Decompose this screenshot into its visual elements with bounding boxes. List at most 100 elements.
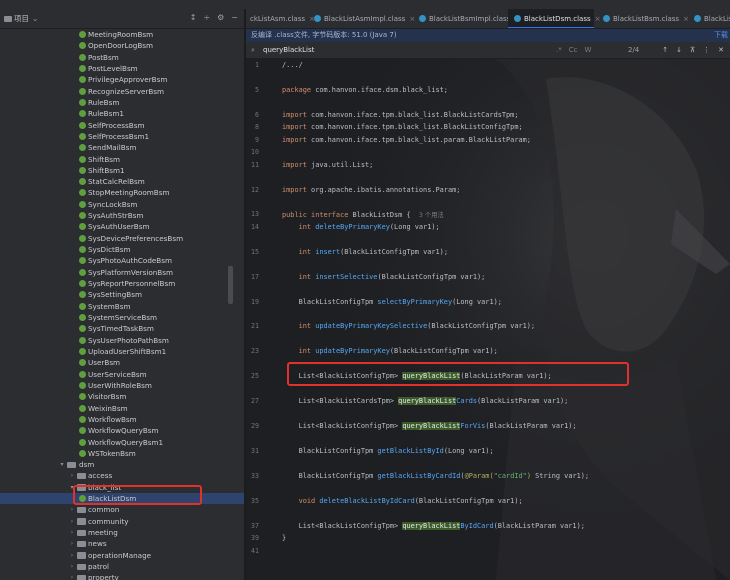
code-token: (BlackListParam var1); — [485, 422, 577, 431]
tree-item[interactable]: UploadUserShiftBsm1 — [0, 346, 244, 357]
tree-item[interactable]: VisitorBsm — [0, 391, 244, 402]
tree-item[interactable]: WSTokenBsm — [0, 448, 244, 459]
project-panel-title[interactable]: 项目 — [14, 13, 29, 24]
close-icon[interactable]: ✕ — [718, 42, 724, 59]
tree-item[interactable]: SysUserPhotoPathBsm — [0, 335, 244, 346]
tree-item-label: ShiftBsm1 — [88, 165, 125, 175]
gear-icon[interactable]: ⚙ — [217, 13, 224, 22]
tree-item[interactable]: WorkflowQueryBsm — [0, 425, 244, 436]
filter-icon[interactable]: ⊼ — [690, 42, 695, 59]
tree-folder[interactable]: › property — [0, 572, 244, 580]
tree-item[interactable]: SyncLockBsm — [0, 199, 244, 210]
code-token: (BlackListConfigTpm var1); — [377, 272, 486, 281]
more-options-icon[interactable]: ⋮ — [703, 42, 710, 59]
previous-match-icon[interactable]: ↑ — [662, 42, 668, 59]
tree-folder[interactable]: › community — [0, 516, 244, 527]
code-line: int insertSelective(BlackListConfigTpm v… — [282, 272, 486, 281]
tree-scrollbar[interactable] — [228, 266, 233, 304]
chevron-right-icon[interactable]: › — [68, 504, 76, 515]
tree-folder[interactable]: › operationManage — [0, 550, 244, 561]
tree-item[interactable]: StatCalcRelBsm — [0, 176, 244, 187]
tree-item[interactable]: MeetingRoomBsm — [0, 29, 244, 40]
search-icon[interactable]: ⌕ — [251, 42, 255, 59]
tree-item[interactable]: SysSettingBsm — [0, 289, 244, 300]
tree-item[interactable]: SysAuthStrBsm — [0, 210, 244, 221]
tree-item[interactable]: PrivilegeApproverBsm — [0, 74, 244, 85]
collapse-all-icon[interactable]: ÷ — [203, 13, 210, 22]
code-highlight-box — [287, 362, 629, 386]
download-sources-link[interactable]: 下载 — [714, 29, 728, 42]
tree-item-label: RuleBsm1 — [88, 109, 124, 119]
tree-folder[interactable]: › access — [0, 470, 244, 481]
chevron-right-icon[interactable]: › — [68, 527, 76, 538]
tree-item[interactable]: SysReportPersonnelBsm — [0, 278, 244, 289]
chevron-right-icon[interactable]: › — [68, 470, 76, 481]
code-line: import java.util.List; — [282, 161, 373, 169]
chevron-right-icon[interactable]: › — [68, 561, 76, 572]
editor-tab[interactable]: BlackListDsm.class × — [508, 9, 601, 28]
tree-folder[interactable]: ▾ dsm — [0, 459, 244, 470]
next-match-icon[interactable]: ↓ — [676, 42, 682, 59]
tree-item[interactable]: ShiftBsm — [0, 154, 244, 165]
tree-item[interactable]: SysPlatformVersionBsm — [0, 267, 244, 278]
tree-item-label: RuleBsm — [88, 97, 120, 107]
tree-item[interactable]: SysTimedTaskBsm — [0, 323, 244, 334]
class-icon — [79, 302, 86, 310]
tree-folder[interactable]: › common — [0, 504, 244, 515]
tree-item[interactable]: RecognizeServerBsm — [0, 86, 244, 97]
code-token: int — [282, 272, 316, 281]
code-line: int deleteByPrimaryKey(Long var1); — [282, 223, 440, 231]
editor-tab[interactable]: ckListAsm.class × — [246, 9, 315, 28]
tree-item[interactable]: PostLevelBsm — [0, 63, 244, 74]
tree-item[interactable]: OpenDoorLogBsm — [0, 40, 244, 51]
tree-folder[interactable]: › patrol — [0, 561, 244, 572]
tree-item[interactable]: SystemBsm — [0, 301, 244, 312]
editor-tab[interactable]: BlackListDs — [688, 9, 730, 28]
tab-label: ckListAsm.class — [250, 15, 305, 23]
expand-all-icon[interactable]: ↕ — [190, 13, 197, 22]
chevron-down-icon[interactable]: ⌄ — [32, 14, 38, 23]
tree-item[interactable]: StopMeetingRoomBsm — [0, 187, 244, 198]
tree-item[interactable]: SelfProcessBsm1 — [0, 131, 244, 142]
find-option-regex[interactable]: .* — [556, 42, 562, 59]
tree-item[interactable]: SelfProcessBsm — [0, 120, 244, 131]
tree-item-label: UserWithRoleBsm — [88, 380, 152, 390]
tree-item-label: meeting — [88, 528, 118, 538]
code-editor[interactable]: 1 5 6 8 9 10 11 12 13 14 15 17 19 21 23 25 27 29 31 33 35 37 3… — [246, 59, 730, 580]
search-input[interactable]: queryBlackList — [263, 42, 314, 59]
chevron-right-icon[interactable]: › — [68, 550, 76, 561]
editor-tab[interactable]: BlackListBsmImpl.class× — [413, 9, 520, 28]
tree-item[interactable]: SystemServiceBsm — [0, 312, 244, 323]
tree-item[interactable]: ShiftBsm1 — [0, 165, 244, 176]
minimize-icon[interactable]: − — [231, 13, 238, 22]
code-token: @Param( — [464, 471, 494, 480]
tree-item[interactable]: UserBsm — [0, 357, 244, 368]
tree-item[interactable]: PostBsm — [0, 52, 244, 63]
tree-item[interactable]: SysDictBsm — [0, 244, 244, 255]
editor-tab[interactable]: BlackListBsm.class × — [597, 9, 689, 28]
tree-item[interactable]: SendMailBsm — [0, 142, 244, 153]
tree-item[interactable]: UserWithRoleBsm — [0, 380, 244, 391]
editor-tab[interactable]: BlackListAsmImpl.class × — [308, 9, 415, 28]
find-option-word[interactable]: W — [584, 42, 591, 59]
tab-label: BlackListDsm.class — [524, 15, 591, 23]
tree-item[interactable]: WeixinBsm — [0, 403, 244, 414]
tree-folder[interactable]: › meeting — [0, 527, 244, 538]
chevron-right-icon[interactable]: › — [68, 516, 76, 527]
tree-item[interactable]: RuleBsm1 — [0, 108, 244, 119]
chevron-down-icon[interactable]: ▾ — [58, 459, 66, 470]
find-option-case[interactable]: Cc — [569, 42, 578, 59]
tree-item[interactable]: WorkflowQueryBsm1 — [0, 437, 244, 448]
tree-item[interactable]: WorkflowBsm — [0, 414, 244, 425]
tree-item[interactable]: SysDevicePreferencesBsm — [0, 233, 244, 244]
class-icon — [79, 42, 86, 50]
class-icon — [79, 336, 86, 344]
tree-folder[interactable]: › news — [0, 538, 244, 549]
tree-item[interactable]: SysPhotoAuthCodeBsm — [0, 255, 244, 266]
tree-item[interactable]: RuleBsm — [0, 97, 244, 108]
tree-item[interactable]: SysAuthUserBsm — [0, 221, 244, 232]
chevron-right-icon[interactable]: › — [68, 572, 76, 580]
chevron-right-icon[interactable]: › — [68, 538, 76, 549]
tree-item[interactable]: UserServiceBsm — [0, 369, 244, 380]
tree-item-label: property — [88, 573, 119, 580]
